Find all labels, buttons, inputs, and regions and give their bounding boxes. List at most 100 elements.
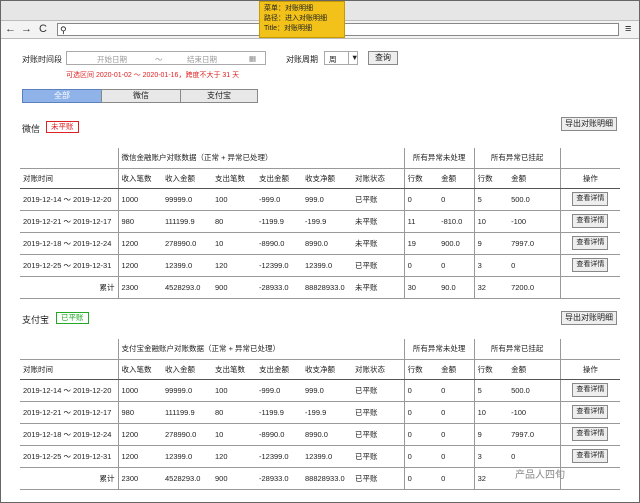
status-badge: 未平账 bbox=[46, 121, 79, 133]
total-cell: -28933.0 bbox=[256, 276, 302, 299]
watermark: 产品人四旬 bbox=[515, 470, 565, 481]
calendar-icon: ▦ bbox=[249, 54, 257, 63]
col-header: 行数 bbox=[473, 168, 509, 189]
total-label: 累计 bbox=[20, 276, 118, 299]
range-separator: ～ bbox=[155, 55, 163, 64]
table-cell: 5 bbox=[473, 379, 509, 402]
table-cell: 980 bbox=[117, 210, 162, 233]
table-cell: 111199.9 bbox=[162, 401, 212, 424]
col-header: 收入金额 bbox=[162, 168, 212, 189]
view-detail-button[interactable]: 查看详情 bbox=[572, 427, 609, 441]
table-cell: 100 bbox=[212, 379, 256, 402]
table-cell: 未平账 bbox=[352, 210, 405, 233]
col-header: 对账时间 bbox=[20, 168, 118, 189]
table-cell: 19 bbox=[403, 232, 439, 255]
total-cell: 32 bbox=[473, 276, 509, 299]
section-title-alipay: 支付宝 bbox=[22, 316, 50, 326]
table-cell: 1200 bbox=[117, 254, 162, 277]
table-row: 2019-12-25 ～ 2019-12-31 1200 12399.0 120 -12… bbox=[20, 445, 621, 468]
row-period: 2019-12-18 ～ 2019-12-24 bbox=[20, 232, 118, 255]
col-header: 金额 bbox=[438, 168, 475, 189]
menu-annotation-line: 菜单：对账明细 bbox=[264, 5, 313, 12]
table-cell: 80 bbox=[212, 401, 256, 424]
table-cell: 500.0 bbox=[508, 379, 561, 402]
table-cell: 99999.0 bbox=[162, 379, 212, 402]
table-group-header: 支付宝金融账户对账数据（正常 + 异常已处理） 所有异常未处理 所有异常已挂起 bbox=[20, 339, 621, 360]
view-detail-button[interactable]: 查看详情 bbox=[572, 214, 609, 228]
date-range-input[interactable]: 开始日期 ～ 结束日期 ▦ bbox=[66, 51, 266, 65]
period-label: 对账时间段 bbox=[22, 55, 62, 64]
export-button-alipay[interactable]: 导出对账明细 bbox=[561, 311, 617, 325]
row-period: 2019-12-21 ～ 2019-12-17 bbox=[20, 401, 118, 424]
table-cell: 120 bbox=[212, 254, 256, 277]
col-header-operation: 操作 bbox=[559, 359, 621, 380]
total-cell: 0 bbox=[403, 467, 439, 490]
table-cell: 1200 bbox=[117, 232, 162, 255]
total-cell: 90.0 bbox=[438, 276, 475, 299]
table-cell: 0 bbox=[438, 401, 475, 424]
total-cell: 4528293.0 bbox=[162, 276, 212, 299]
query-button[interactable]: 查询 bbox=[368, 51, 398, 65]
table-cell: -12399.0 bbox=[256, 445, 302, 468]
group-header-handled: 所有异常已挂起 bbox=[473, 339, 561, 360]
table-cell: 已平账 bbox=[352, 188, 405, 211]
row-period: 2019-12-18 ～ 2019-12-24 bbox=[20, 423, 118, 446]
col-header: 对账状态 bbox=[352, 168, 405, 189]
table-cell: -8990.0 bbox=[256, 423, 302, 446]
view-detail-button[interactable]: 查看详情 bbox=[572, 383, 609, 397]
view-detail-button[interactable]: 查看详情 bbox=[572, 192, 609, 206]
section-title-wechat: 微信 bbox=[22, 125, 41, 135]
row-operation: 查看详情 bbox=[559, 423, 621, 446]
table-row: 2019-12-18 ～ 2019-12-24 1200 278990.0 10 -89… bbox=[20, 423, 621, 446]
col-header: 金额 bbox=[508, 168, 561, 189]
table-cell: 3 bbox=[473, 254, 509, 277]
table-row: 2019-12-21 ～ 2019-12-17 980 111199.9 80 -119… bbox=[20, 401, 621, 424]
export-button-wechat[interactable]: 导出对账明细 bbox=[561, 117, 617, 131]
table-cell: 99999.0 bbox=[162, 188, 212, 211]
col-header: 对账时间 bbox=[20, 359, 118, 380]
search-icon: ⚲ bbox=[60, 25, 67, 35]
row-operation: 查看详情 bbox=[559, 254, 621, 277]
row-period: 2019-12-21 ～ 2019-12-17 bbox=[20, 210, 118, 233]
table-row: 2019-12-21 ～ 2019-12-17 980 111199.9 80 -119… bbox=[20, 210, 621, 233]
total-cell: 30 bbox=[403, 276, 439, 299]
refresh-icon[interactable]: C bbox=[39, 23, 47, 36]
table-cell: 100 bbox=[212, 188, 256, 211]
table-cell: 80 bbox=[212, 210, 256, 233]
total-cell: 0 bbox=[438, 467, 475, 490]
table-cell: 已平账 bbox=[352, 254, 405, 277]
table-cell: 0 bbox=[508, 445, 561, 468]
date-range-hint: 可选区间 2020-01-02 ～ 2020-01-16，跨度不大于 31 天 bbox=[66, 72, 240, 79]
col-header: 行数 bbox=[403, 359, 439, 380]
table-cell: 8990.0 bbox=[302, 232, 352, 255]
tab-all[interactable]: 全部 bbox=[22, 89, 102, 103]
table-cell: -199.9 bbox=[302, 401, 352, 424]
total-cell: 900 bbox=[212, 276, 256, 299]
menu-icon[interactable]: ≡ bbox=[625, 23, 631, 36]
cycle-select[interactable]: 周 ▼ bbox=[324, 51, 358, 65]
forward-icon[interactable]: → bbox=[21, 23, 32, 36]
col-header: 金额 bbox=[508, 359, 561, 380]
table-cell: -1199.9 bbox=[256, 401, 302, 424]
view-detail-button[interactable]: 查看详情 bbox=[572, 405, 609, 419]
table-cell: -1199.9 bbox=[256, 210, 302, 233]
table-cell: 7997.0 bbox=[508, 232, 561, 255]
total-cell: 2300 bbox=[117, 276, 162, 299]
col-header: 支出笔数 bbox=[212, 168, 256, 189]
total-cell: 7200.0 bbox=[508, 276, 561, 299]
back-icon[interactable]: ← bbox=[5, 23, 16, 36]
row-operation: 查看详情 bbox=[559, 232, 621, 255]
table-cell: 500.0 bbox=[508, 188, 561, 211]
view-detail-button[interactable]: 查看详情 bbox=[572, 449, 609, 463]
view-detail-button[interactable]: 查看详情 bbox=[572, 258, 609, 272]
tab-wechat[interactable]: 微信 bbox=[101, 89, 181, 103]
table-cell: 0 bbox=[438, 188, 475, 211]
col-header: 支出笔数 bbox=[212, 359, 256, 380]
tab-alipay[interactable]: 支付宝 bbox=[180, 89, 258, 103]
table-cell: 999.0 bbox=[302, 188, 352, 211]
reconciliation-table-wechat: 微信金融账户对账数据（正常 + 异常已处理） 所有异常未处理 所有异常已挂起 对… bbox=[20, 148, 621, 299]
table-cell: 0 bbox=[403, 379, 439, 402]
group-header-normal: 支付宝金融账户对账数据（正常 + 异常已处理） bbox=[117, 339, 405, 360]
view-detail-button[interactable]: 查看详情 bbox=[572, 236, 609, 250]
table-cell: 999.0 bbox=[302, 379, 352, 402]
